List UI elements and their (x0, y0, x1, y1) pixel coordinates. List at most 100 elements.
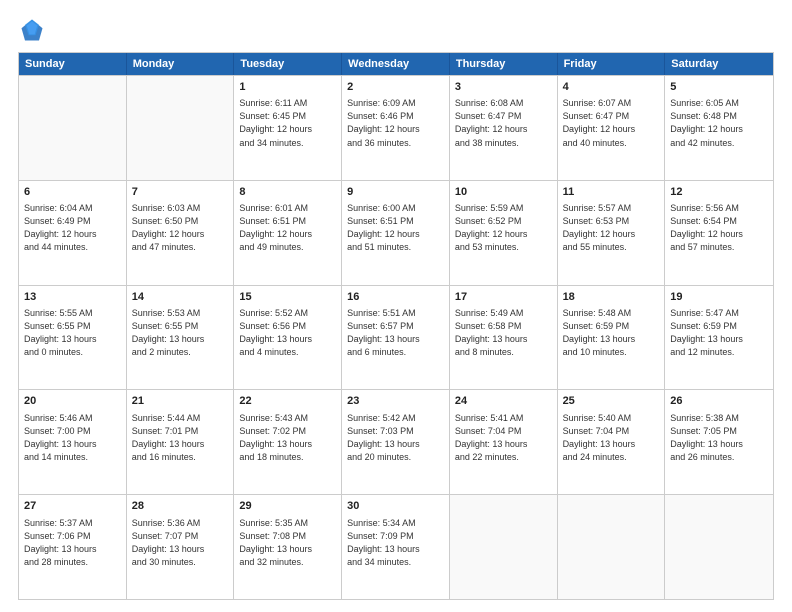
day-number: 3 (455, 80, 552, 95)
day-cell-26: 26 Sunrise: 5:38 AM Sunset: 7:05 PM Dayli… (665, 390, 773, 494)
header-day-sunday: Sunday (19, 53, 127, 75)
day-info: Sunrise: 6:11 AM Sunset: 6:45 PM Dayligh… (239, 97, 336, 149)
calendar-body: 1 Sunrise: 6:11 AM Sunset: 6:45 PM Daylig… (19, 75, 773, 599)
day-info: Sunrise: 6:07 AM Sunset: 6:47 PM Dayligh… (563, 97, 660, 149)
empty-cell-0-0 (19, 76, 127, 180)
day-info: Sunrise: 6:04 AM Sunset: 6:49 PM Dayligh… (24, 202, 121, 254)
day-info: Sunrise: 5:34 AM Sunset: 7:09 PM Dayligh… (347, 517, 444, 569)
day-cell-29: 29 Sunrise: 5:35 AM Sunset: 7:08 PM Dayli… (234, 495, 342, 599)
day-number: 6 (24, 185, 121, 200)
empty-cell-4-4 (450, 495, 558, 599)
day-number: 1 (239, 80, 336, 95)
day-info: Sunrise: 5:51 AM Sunset: 6:57 PM Dayligh… (347, 307, 444, 359)
header-day-wednesday: Wednesday (342, 53, 450, 75)
day-cell-1: 1 Sunrise: 6:11 AM Sunset: 6:45 PM Daylig… (234, 76, 342, 180)
day-info: Sunrise: 5:42 AM Sunset: 7:03 PM Dayligh… (347, 412, 444, 464)
day-info: Sunrise: 5:59 AM Sunset: 6:52 PM Dayligh… (455, 202, 552, 254)
day-number: 23 (347, 394, 444, 409)
day-info: Sunrise: 5:40 AM Sunset: 7:04 PM Dayligh… (563, 412, 660, 464)
day-number: 2 (347, 80, 444, 95)
day-info: Sunrise: 6:00 AM Sunset: 6:51 PM Dayligh… (347, 202, 444, 254)
day-number: 24 (455, 394, 552, 409)
day-cell-7: 7 Sunrise: 6:03 AM Sunset: 6:50 PM Daylig… (127, 181, 235, 285)
day-info: Sunrise: 5:57 AM Sunset: 6:53 PM Dayligh… (563, 202, 660, 254)
day-info: Sunrise: 5:52 AM Sunset: 6:56 PM Dayligh… (239, 307, 336, 359)
logo (18, 16, 50, 44)
day-cell-27: 27 Sunrise: 5:37 AM Sunset: 7:06 PM Dayli… (19, 495, 127, 599)
day-info: Sunrise: 5:35 AM Sunset: 7:08 PM Dayligh… (239, 517, 336, 569)
week-row-3: 20 Sunrise: 5:46 AM Sunset: 7:00 PM Dayli… (19, 389, 773, 494)
day-cell-14: 14 Sunrise: 5:53 AM Sunset: 6:55 PM Dayli… (127, 286, 235, 390)
header-day-tuesday: Tuesday (234, 53, 342, 75)
day-number: 25 (563, 394, 660, 409)
day-number: 5 (670, 80, 768, 95)
day-info: Sunrise: 5:41 AM Sunset: 7:04 PM Dayligh… (455, 412, 552, 464)
day-cell-17: 17Sunrise: 5:49 AM Sunset: 6:58 PM Dayli… (450, 286, 558, 390)
day-cell-2: 2 Sunrise: 6:09 AM Sunset: 6:46 PM Daylig… (342, 76, 450, 180)
day-info: Sunrise: 5:47 AM Sunset: 6:59 PM Dayligh… (670, 307, 768, 359)
day-number: 9 (347, 185, 444, 200)
day-info: Sunrise: 5:38 AM Sunset: 7:05 PM Dayligh… (670, 412, 768, 464)
header (18, 16, 774, 44)
day-cell-8: 8 Sunrise: 6:01 AM Sunset: 6:51 PM Daylig… (234, 181, 342, 285)
day-info: Sunrise: 5:43 AM Sunset: 7:02 PM Dayligh… (239, 412, 336, 464)
day-number: 12 (670, 185, 768, 200)
calendar: SundayMondayTuesdayWednesdayThursdayFrid… (18, 52, 774, 600)
day-number: 8 (239, 185, 336, 200)
day-number: 13 (24, 290, 121, 305)
day-cell-24: 24 Sunrise: 5:41 AM Sunset: 7:04 PM Dayli… (450, 390, 558, 494)
day-number: 7 (132, 185, 229, 200)
header-day-friday: Friday (558, 53, 666, 75)
day-number: 27 (24, 499, 121, 514)
day-info: Sunrise: 5:56 AM Sunset: 6:54 PM Dayligh… (670, 202, 768, 254)
day-cell-13: 13 Sunrise: 5:55 AM Sunset: 6:55 PM Dayli… (19, 286, 127, 390)
day-number: 28 (132, 499, 229, 514)
header-day-monday: Monday (127, 53, 235, 75)
day-cell-19: 19 Sunrise: 5:47 AM Sunset: 6:59 PM Dayli… (665, 286, 773, 390)
day-number: 4 (563, 80, 660, 95)
day-number: 11 (563, 185, 660, 200)
page: SundayMondayTuesdayWednesdayThursdayFrid… (0, 0, 792, 612)
day-number: 15 (239, 290, 336, 305)
day-cell-16: 16 Sunrise: 5:51 AM Sunset: 6:57 PM Dayli… (342, 286, 450, 390)
day-info: Sunrise: 6:03 AM Sunset: 6:50 PM Dayligh… (132, 202, 229, 254)
day-cell-3: 3Sunrise: 6:08 AM Sunset: 6:47 PM Daylig… (450, 76, 558, 180)
day-number: 20 (24, 394, 121, 409)
day-cell-21: 21 Sunrise: 5:44 AM Sunset: 7:01 PM Dayli… (127, 390, 235, 494)
day-number: 14 (132, 290, 229, 305)
day-cell-30: 30 Sunrise: 5:34 AM Sunset: 7:09 PM Dayli… (342, 495, 450, 599)
day-info: Sunrise: 5:55 AM Sunset: 6:55 PM Dayligh… (24, 307, 121, 359)
day-cell-15: 15 Sunrise: 5:52 AM Sunset: 6:56 PM Dayli… (234, 286, 342, 390)
week-row-1: 6 Sunrise: 6:04 AM Sunset: 6:49 PM Daylig… (19, 180, 773, 285)
day-number: 29 (239, 499, 336, 514)
day-cell-5: 5Sunrise: 6:05 AM Sunset: 6:48 PM Daylig… (665, 76, 773, 180)
day-info: Sunrise: 6:01 AM Sunset: 6:51 PM Dayligh… (239, 202, 336, 254)
day-info: Sunrise: 5:36 AM Sunset: 7:07 PM Dayligh… (132, 517, 229, 569)
day-info: Sunrise: 6:09 AM Sunset: 6:46 PM Dayligh… (347, 97, 444, 149)
day-number: 16 (347, 290, 444, 305)
day-number: 30 (347, 499, 444, 514)
day-number: 18 (563, 290, 660, 305)
day-number: 26 (670, 394, 768, 409)
day-cell-10: 10Sunrise: 5:59 AM Sunset: 6:52 PM Dayli… (450, 181, 558, 285)
day-cell-25: 25 Sunrise: 5:40 AM Sunset: 7:04 PM Dayli… (558, 390, 666, 494)
empty-cell-4-6 (665, 495, 773, 599)
day-cell-6: 6 Sunrise: 6:04 AM Sunset: 6:49 PM Daylig… (19, 181, 127, 285)
day-info: Sunrise: 5:53 AM Sunset: 6:55 PM Dayligh… (132, 307, 229, 359)
day-number: 21 (132, 394, 229, 409)
day-number: 19 (670, 290, 768, 305)
day-info: Sunrise: 5:48 AM Sunset: 6:59 PM Dayligh… (563, 307, 660, 359)
day-cell-4: 4 Sunrise: 6:07 AM Sunset: 6:47 PM Daylig… (558, 76, 666, 180)
day-info: Sunrise: 5:44 AM Sunset: 7:01 PM Dayligh… (132, 412, 229, 464)
day-cell-18: 18 Sunrise: 5:48 AM Sunset: 6:59 PM Dayli… (558, 286, 666, 390)
day-cell-20: 20 Sunrise: 5:46 AM Sunset: 7:00 PM Dayli… (19, 390, 127, 494)
header-day-thursday: Thursday (450, 53, 558, 75)
day-number: 17 (455, 290, 552, 305)
logo-icon (18, 16, 46, 44)
day-info: Sunrise: 5:37 AM Sunset: 7:06 PM Dayligh… (24, 517, 121, 569)
day-info: Sunrise: 5:46 AM Sunset: 7:00 PM Dayligh… (24, 412, 121, 464)
day-cell-9: 9 Sunrise: 6:00 AM Sunset: 6:51 PM Daylig… (342, 181, 450, 285)
empty-cell-4-5 (558, 495, 666, 599)
header-day-saturday: Saturday (665, 53, 773, 75)
day-cell-22: 22Sunrise: 5:43 AM Sunset: 7:02 PM Dayli… (234, 390, 342, 494)
